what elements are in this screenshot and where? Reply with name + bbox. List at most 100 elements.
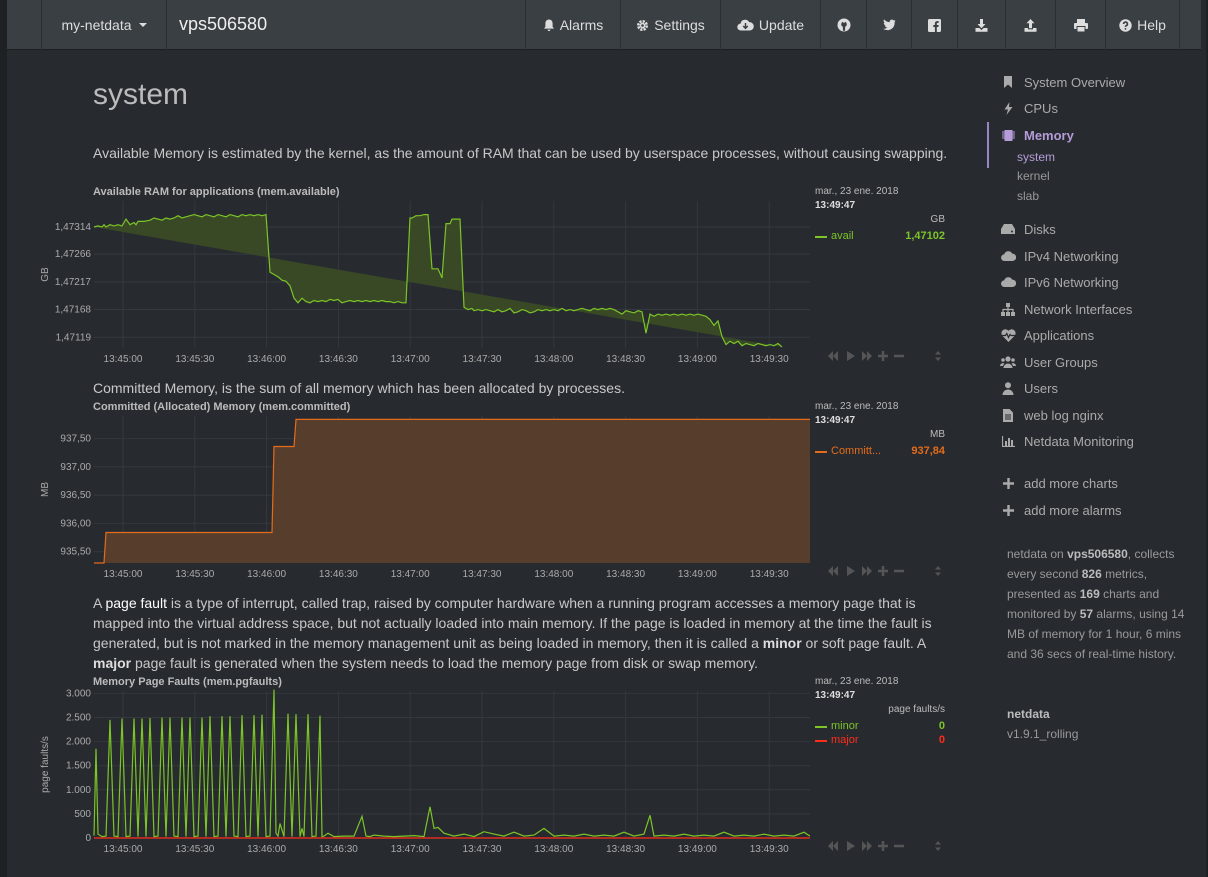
sidebar-item-memory[interactable]: Memory	[1000, 125, 1074, 145]
help-button[interactable]: Help	[1105, 0, 1180, 50]
y-tick-label: 937,50	[60, 434, 91, 445]
chart-plot[interactable]: 3.000 2.500 2.000 1.500 1.000 500 0 13:45:00 13:…	[36, 676, 816, 856]
committed-memory-description: Committed Memory, is the sum of all memo…	[93, 380, 625, 396]
x-tick-label: 13:45:00	[104, 569, 143, 580]
nav-menu: Alarms Settings Update Help	[525, 0, 1180, 50]
x-tick-label: 13:46:30	[319, 844, 358, 855]
legend-time: 13:49:47	[815, 200, 856, 211]
bolt-icon	[1004, 101, 1012, 115]
sidebar-item-ipv4-networking[interactable]: IPv4 Networking	[1000, 246, 1119, 266]
x-tick-label: 13:48:30	[606, 354, 645, 365]
settings-button[interactable]: Settings	[620, 0, 720, 50]
y-tick-label: 1.500	[66, 761, 91, 772]
sidebar-item-user-groups[interactable]: User Groups	[1000, 352, 1098, 372]
add-more-charts-label: add more charts	[1024, 475, 1118, 491]
sidebar-item-cpus[interactable]: CPUs	[1000, 98, 1058, 118]
series-name: avail	[831, 230, 854, 242]
alarms-label: Alarms	[559, 17, 604, 33]
x-tick-label: 13:49:30	[750, 844, 789, 855]
chart-title: Available RAM for applications (mem.avai…	[93, 186, 340, 198]
series-swatch	[815, 451, 827, 453]
x-tick-label: 13:47:30	[463, 844, 502, 855]
sidebar-item-system-overview[interactable]: System Overview	[1000, 72, 1125, 92]
sidebar-item-applications[interactable]: Applications	[1000, 325, 1094, 345]
resize-handle-icon	[935, 841, 941, 851]
x-tick-label: 13:45:30	[175, 569, 214, 580]
sidebar-item-users[interactable]: Users	[1000, 378, 1058, 398]
x-tick-label: 13:47:30	[463, 354, 502, 365]
legend-series-avail[interactable]: avail 1,47102	[815, 230, 945, 244]
legend-unit: page faults/s	[888, 704, 945, 715]
sidebar-item-label: Users	[1024, 380, 1058, 396]
legend-series-major[interactable]: major 0	[815, 734, 945, 748]
chart-plot[interactable]: 937,50 937,00 936,50 936,00 935,50 13:45:00 13…	[36, 401, 816, 581]
sidebar-item-netdata-monitoring[interactable]: Netdata Monitoring	[1000, 431, 1134, 451]
add-more-charts-link[interactable]: add more charts	[1000, 473, 1118, 493]
chart-title: Committed (Allocated) Memory (mem.commit…	[93, 401, 351, 413]
x-tick-label: 13:46:30	[319, 569, 358, 580]
page-fault-link[interactable]: page fault	[105, 595, 167, 611]
x-tick-label: 13:46:00	[247, 354, 286, 365]
x-tick-label: 13:45:30	[175, 844, 214, 855]
legend-series-minor[interactable]: minor 0	[815, 720, 945, 734]
chart-mem-committed: 937,50 937,00 936,50 936,00 935,50 13:45:00 13…	[36, 401, 951, 580]
play-icon	[847, 566, 855, 576]
upload-button[interactable]	[1005, 0, 1055, 50]
sidebar-subitem-slab[interactable]: slab	[1017, 189, 1039, 203]
update-button[interactable]: Update	[720, 0, 820, 50]
add-more-alarms-link[interactable]: add more alarms	[1000, 500, 1122, 520]
chart-title: Memory Page Faults (mem.pgfaults)	[93, 676, 282, 688]
sidebar-item-web-log-nginx[interactable]: web log nginx	[1000, 405, 1104, 425]
update-label: Update	[758, 17, 805, 33]
pgfaults-description: A page fault is a type of interrupt, cal…	[93, 595, 932, 671]
x-tick-label: 13:45:00	[104, 354, 143, 365]
sidebar-item-ipv6-networking[interactable]: IPv6 Networking	[1000, 272, 1119, 292]
x-tick-label: 13:46:00	[247, 569, 286, 580]
x-tick-label: 13:48:00	[534, 569, 573, 580]
chart-toolbox[interactable]	[828, 565, 948, 577]
bell-icon	[543, 19, 554, 31]
github-button[interactable]	[820, 0, 866, 50]
print-button[interactable]	[1055, 0, 1105, 50]
chart-toolbox[interactable]	[828, 350, 948, 362]
sidebar-item-disks[interactable]: Disks	[1000, 219, 1056, 239]
server-dropdown[interactable]: my-netdata	[41, 0, 167, 50]
facebook-button[interactable]	[911, 0, 957, 50]
x-tick-label: 13:46:00	[247, 844, 286, 855]
alarms-button[interactable]: Alarms	[525, 0, 620, 50]
users-icon	[1000, 356, 1016, 368]
sidebar-subitem-kernel[interactable]: kernel	[1017, 169, 1050, 183]
chart-toolbox[interactable]	[828, 840, 948, 852]
download-button[interactable]	[957, 0, 1005, 50]
twitter-icon	[883, 19, 896, 31]
pan-left-icon	[828, 566, 838, 576]
twitter-button[interactable]	[866, 0, 911, 50]
sidebar-item-network-interfaces[interactable]: Network Interfaces	[1000, 299, 1132, 319]
server-dropdown-label: my-netdata	[61, 17, 132, 33]
plus-icon	[1002, 477, 1014, 489]
series-value: 937,84	[911, 445, 945, 457]
chart-plot[interactable]: 1,47314 1,47266 1,47217 1,47168 1,47119 13:45…	[36, 186, 816, 366]
series-name: Committ...	[831, 445, 882, 457]
x-tick-label: 13:45:30	[175, 354, 214, 365]
chart-mem-available: 1,47314 1,47266 1,47217 1,47168 1,47119 13:45…	[36, 186, 951, 365]
x-tick-label: 13:49:30	[750, 354, 789, 365]
plot-area	[94, 691, 810, 838]
heartbeat-icon	[1000, 328, 1016, 342]
pan-right-icon	[862, 351, 872, 361]
series-name: major	[831, 734, 859, 746]
legend-series-committed[interactable]: Committ... 937,84	[815, 445, 945, 459]
x-tick-label: 13:48:00	[534, 844, 573, 855]
x-tick-label: 13:49:30	[750, 569, 789, 580]
x-tick-label: 13:49:00	[678, 354, 717, 365]
hostname-title: vps506580	[179, 14, 268, 34]
legend-time: 13:49:47	[815, 690, 856, 701]
series-swatch	[815, 740, 827, 742]
y-tick-label: 1,47314	[55, 222, 92, 233]
x-tick-label: 13:48:30	[606, 844, 645, 855]
series-value: 1,47102	[905, 230, 945, 242]
facebook-icon	[928, 18, 941, 32]
sidebar-subitem-system[interactable]: system	[1017, 150, 1055, 164]
download-icon	[975, 18, 988, 32]
series-name: minor	[831, 720, 859, 732]
